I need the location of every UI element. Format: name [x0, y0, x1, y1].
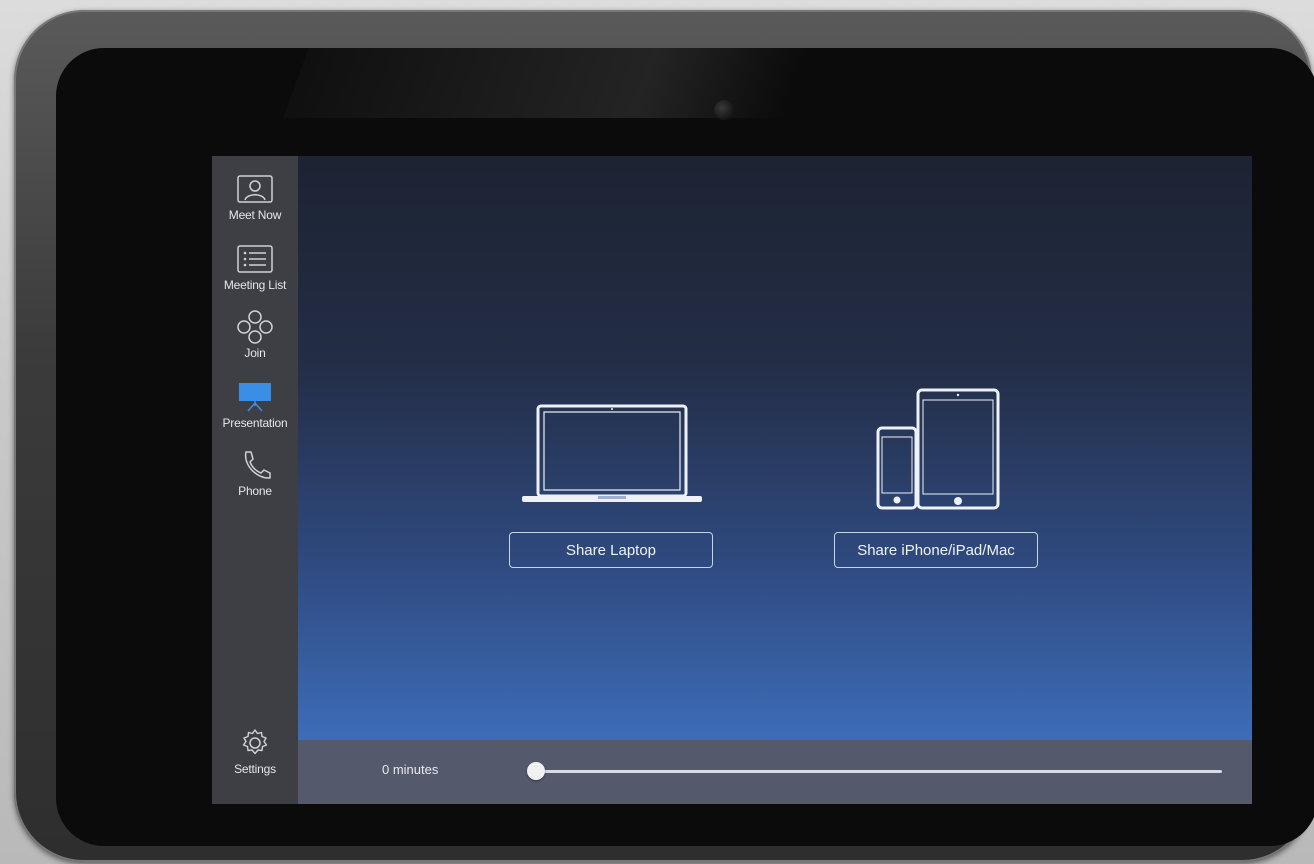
tablet-glass: Meet Now Meeting List Join Presentation … — [56, 48, 1314, 846]
bottom-bar: 0 minutes — [298, 740, 1252, 804]
sidebar-item-settings[interactable]: Settings — [212, 728, 298, 790]
app-screen: Meet Now Meeting List Join Presentation … — [212, 156, 1252, 804]
sidebar-item-join[interactable]: Join — [212, 310, 298, 374]
share-iphone-ipad-mac-button[interactable]: Share iPhone/iPad/Mac — [834, 532, 1038, 568]
iphone-ipad-icon — [874, 388, 1000, 515]
sidebar-item-label: Meeting List — [223, 278, 287, 292]
list-icon — [237, 244, 273, 274]
presentation-screen-icon — [237, 382, 273, 412]
share-laptop-button[interactable]: Share Laptop — [509, 532, 713, 568]
sidebar: Meet Now Meeting List Join Presentation … — [212, 156, 298, 804]
duration-slider[interactable] — [527, 762, 1222, 780]
sidebar-item-label: Phone — [238, 484, 272, 498]
laptop-icon — [520, 404, 704, 513]
sidebar-item-meet-now[interactable]: Meet Now — [212, 174, 298, 236]
sidebar-item-label: Meet Now — [228, 208, 282, 222]
tablet-bezel: Meet Now Meeting List Join Presentation … — [14, 10, 1314, 862]
sidebar-item-label: Join — [244, 346, 266, 360]
camera-icon — [714, 100, 734, 120]
presentation-panel: Share Laptop Share iPhone/iPad/Mac — [298, 156, 1252, 740]
slider-thumb[interactable] — [527, 762, 545, 780]
contact-card-icon — [237, 174, 273, 204]
sidebar-item-label: Settings — [234, 762, 276, 776]
sidebar-item-label: Presentation — [222, 416, 288, 430]
sidebar-item-presentation[interactable]: Presentation — [212, 382, 298, 444]
gear-icon — [237, 728, 273, 758]
sidebar-item-meeting-list[interactable]: Meeting List — [212, 244, 298, 306]
phone-icon — [237, 450, 273, 480]
duration-label: 0 minutes — [382, 762, 439, 777]
sidebar-item-phone[interactable]: Phone — [212, 450, 298, 512]
join-icon — [237, 310, 273, 344]
